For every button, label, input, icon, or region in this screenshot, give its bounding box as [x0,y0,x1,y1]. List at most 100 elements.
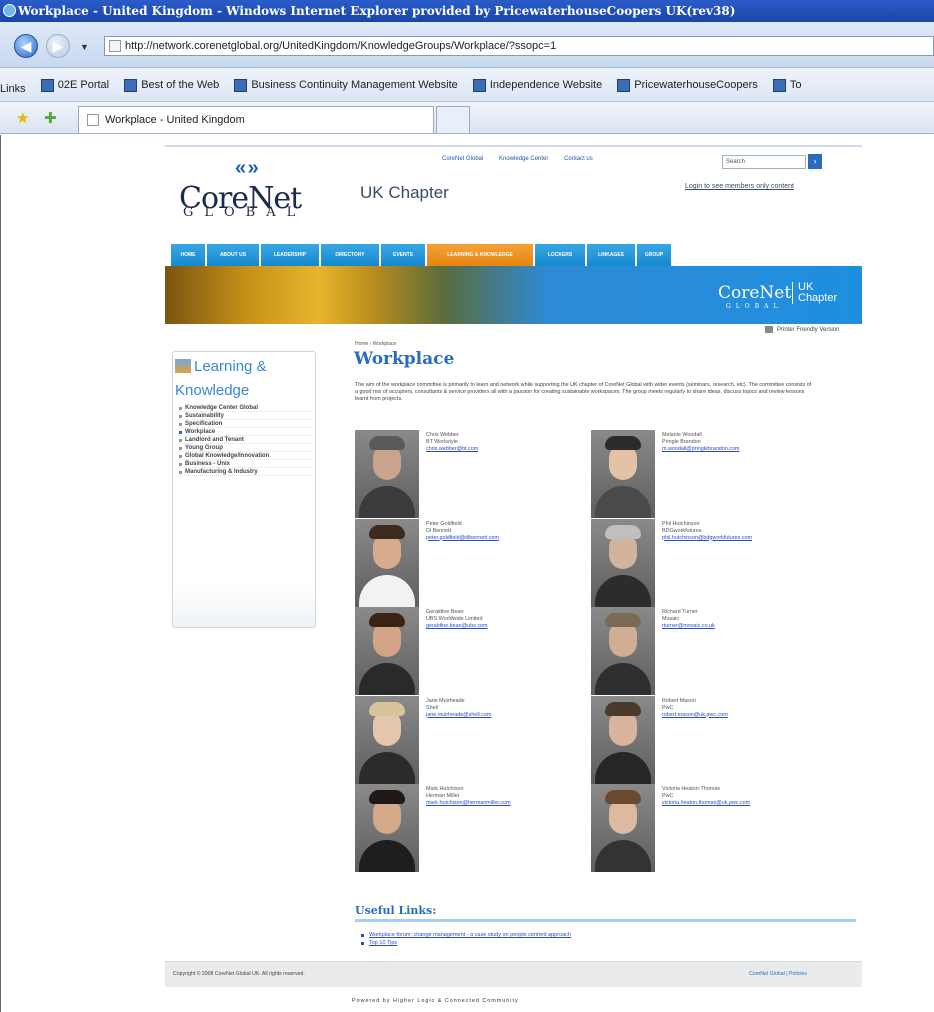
sidebar-item-workplace[interactable]: Workplace [179,428,313,436]
address-bar[interactable]: http://network.corenetglobal.org/UnitedK… [104,36,934,56]
nav-group[interactable]: GROUP [637,244,671,266]
internet-explorer-icon [3,4,16,17]
footer-link-policies[interactable]: Policies [789,971,807,977]
links-toolbar: Links 02E Portal Best of the Web Busines… [0,68,934,102]
learning-icon [175,359,191,373]
person-email-link[interactable]: m.woodall@pringlebrandon.com [662,446,739,453]
nav-about-us[interactable]: ABOUT US [207,244,259,266]
link-to[interactable]: To [772,68,801,101]
window-title-bar: Workplace - United Kingdom - Windows Int… [0,0,934,22]
nav-directory[interactable]: DIRECTORY [321,244,379,266]
sidebar-item-knowledge-center-global[interactable]: Knowledge Center Global [179,404,313,412]
logo-subtext: GLOBAL [183,205,307,220]
add-favorites-icon[interactable]: ✚ [44,109,57,127]
person-card: Phil Hutchinson BDGworkfutures phil.hutchi… [591,518,841,607]
person-info: Jane Muirheade Shell jane.muirheade@shell.… [426,698,491,719]
printer-friendly-link[interactable]: Printer Friendly Version [765,326,839,333]
person-name: Peter Goldfield [426,520,462,527]
sidebar: Learning & Knowledge Knowledge Center Gl… [172,351,316,628]
person-email-link[interactable]: peter.goldfield@dibennett.com [426,535,499,542]
top-link-corenet-global[interactable]: CoreNet Global [442,156,483,162]
person-name: Chris Webber [426,432,459,438]
person-info: Victoria Heaton-Thomas PwC victoria.heaton… [662,786,750,807]
person-photo [591,784,655,872]
window-title: Workplace - United Kingdom - Windows Int… [18,4,736,18]
favicon-icon [234,78,248,92]
login-link[interactable]: Login to see members only content [685,183,794,190]
person-info: Geraldine Bean UBS Worldwide Limited geral… [426,609,488,630]
link-pwc[interactable]: PricewaterhouseCoopers [617,68,758,101]
printer-friendly-label: Printer Friendly Version [777,327,840,334]
person-email-link[interactable]: rturner@mosaic.co.uk [662,623,715,630]
sidebar-list: Knowledge Center Global Sustainability S… [179,404,313,476]
person-info: Peter Goldfield Di Bennett peter.goldfield… [426,521,499,542]
person-info: Richard Turner Mosaic rturner@mosaic.co.uk [662,609,715,630]
link-independence[interactable]: Independence Website [472,68,602,101]
footer-link-corenet-global[interactable]: CoreNet Global [749,971,785,977]
sidebar-item-manufacturing[interactable]: Manufacturing & Industry [179,468,313,476]
nav-lockers[interactable]: LOCKERS [535,244,585,266]
main-nav: HOME ABOUT US LEADERSHIP DIRECTORY EVENT… [171,244,862,266]
person-email-link[interactable]: phil.hutchinson@bdgworkfutures.com [662,535,752,542]
person-photo [355,430,419,518]
link-business-continuity[interactable]: Business Continuity Management Website [234,68,458,101]
tab-label: Workplace - United Kingdom [105,114,245,126]
favicon-icon [124,78,138,92]
sidebar-item-sustainability[interactable]: Sustainability [179,412,313,420]
top-link-contact-us[interactable]: Contact us [564,156,593,162]
person-email-link[interactable]: mark.hutchison@hermanmiller.com [426,800,511,807]
useful-link-top-tips[interactable]: Top 10 Tips [361,939,571,947]
person-email-link[interactable]: chris.webber@bt.com [426,446,478,453]
person-photo [591,695,655,784]
nav-leadership[interactable]: LEADERSHIP [261,244,319,266]
person-name: Robert Mason [662,697,696,704]
back-button[interactable]: ◀ [14,34,38,58]
nav-events[interactable]: EVENTS [381,244,425,266]
person-name: Victoria Heaton-Thomas [662,786,721,792]
search-input[interactable]: Search [722,155,806,169]
useful-links-title: Useful Links: [355,904,437,917]
person-name: Geraldine Bean [426,609,464,615]
banner-uk-chapter: UK Chapter [792,282,837,304]
nav-linkages[interactable]: LINKAGES [587,244,635,266]
sidebar-item-landlord-tenant[interactable]: Landlord and Tenant [179,436,313,444]
favicon-icon [617,78,631,92]
history-dropdown-icon[interactable]: ▼ [80,42,89,52]
top-link-knowledge-center[interactable]: Knowledge Center [499,156,548,162]
sidebar-item-specification[interactable]: Specification [179,420,313,428]
person-company: PwC [662,704,674,711]
sidebar-heading-line2: Knowledge [175,382,250,399]
nav-home[interactable]: HOME [171,244,205,266]
person-name: Mark Hutchison [426,786,464,792]
breadcrumb[interactable]: Home › Workplace [355,341,396,347]
sidebar-item-young-group[interactable]: Young Group [179,444,313,452]
person-card: Jane Muirheade Shell jane.muirheade@shell.… [355,695,605,784]
address-toolbar: ◀ ▶ ▼ http://network.corenetglobal.org/U… [0,22,934,68]
person-card: Geraldine Bean UBS Worldwide Limited geral… [355,607,605,695]
forward-button[interactable]: ▶ [46,34,70,58]
useful-link-change-management[interactable]: Workplace forum: change management - a c… [361,931,571,939]
useful-links-list: Workplace forum: change management - a c… [361,931,571,947]
link-02e-portal[interactable]: 02E Portal [40,68,109,101]
person-company: Shell [426,704,438,711]
person-company: Herman Miller [426,793,460,799]
person-email-link[interactable]: geraldine.bean@ubs.com [426,623,488,630]
page-title: Workplace [354,349,455,369]
copyright-text: Copyright © 2008 CoreNet Global UK. All … [173,971,305,977]
person-photo [591,518,655,607]
favorites-star-icon[interactable]: ★ [16,109,29,127]
person-email-link[interactable]: victoria.heaton.thomas@uk.pwc.com [662,800,750,807]
sidebar-heading-line1: Learning & [194,358,267,375]
nav-learning-knowledge[interactable]: LEARNING & KNOWLEDGE [427,244,533,266]
person-company: UBS Worldwide Limited [426,616,483,622]
sidebar-item-global-knowledge[interactable]: Global Knowledge/Innovation [179,452,313,460]
sidebar-item-business-unix[interactable]: Business - Unix [179,460,313,468]
person-email-link[interactable]: robert.mason@uk.pwc.com [662,712,728,719]
corenet-logo-icon: « » [235,157,259,179]
new-tab-button[interactable] [436,106,470,133]
link-best-of-web[interactable]: Best of the Web [124,68,219,101]
tab-workplace[interactable]: Workplace - United Kingdom [78,106,434,133]
printer-icon [765,326,773,333]
search-go-button[interactable]: › [808,154,822,169]
person-email-link[interactable]: jane.muirheade@shell.com [426,712,491,719]
